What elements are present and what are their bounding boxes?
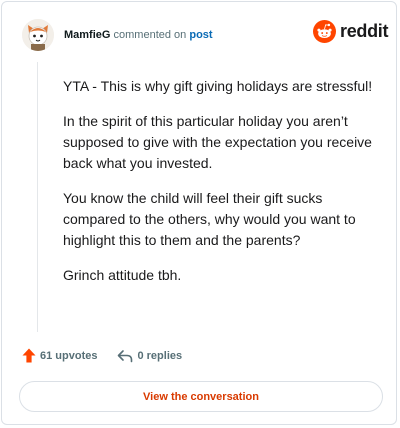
reddit-logo-icon [313, 20, 336, 43]
reddit-wordmark: reddit [340, 21, 389, 41]
action-text: commented on [113, 29, 187, 41]
comment-paragraph: Grinch attitude tbh. [63, 267, 182, 283]
avatar-image [22, 19, 54, 51]
comment-header: MamfieG commented on post [64, 28, 213, 42]
reddit-logo[interactable]: reddit [313, 20, 389, 43]
username-link[interactable]: MamfieG [64, 29, 110, 41]
thread-line [37, 62, 38, 332]
comment-paragraph: YTA - This is why gift giving holidays a… [63, 78, 373, 94]
comment-actions: 61 upvotes 0 replies [22, 348, 182, 363]
reply-arrow-icon [118, 349, 133, 362]
comment-body: YTA - This is why gift giving holidays a… [63, 76, 383, 300]
post-link[interactable]: post [189, 29, 212, 41]
view-conversation-label: View the conversation [143, 390, 259, 403]
comment-card: MamfieG commented on post reddit YTA - T… [1, 1, 397, 425]
avatar[interactable] [22, 19, 54, 51]
comment-paragraph: In the spirit of this particular holiday… [63, 113, 372, 171]
view-conversation-button[interactable]: View the conversation [19, 381, 383, 412]
upvote-count: 61 upvotes [40, 349, 98, 362]
upvote-button[interactable]: 61 upvotes [22, 348, 97, 363]
upvote-arrow-icon [22, 348, 36, 363]
comment-paragraph: You know the child will feel their gift … [63, 190, 356, 248]
reply-button[interactable]: 0 replies [117, 349, 182, 363]
reply-count: 0 replies [137, 349, 183, 362]
